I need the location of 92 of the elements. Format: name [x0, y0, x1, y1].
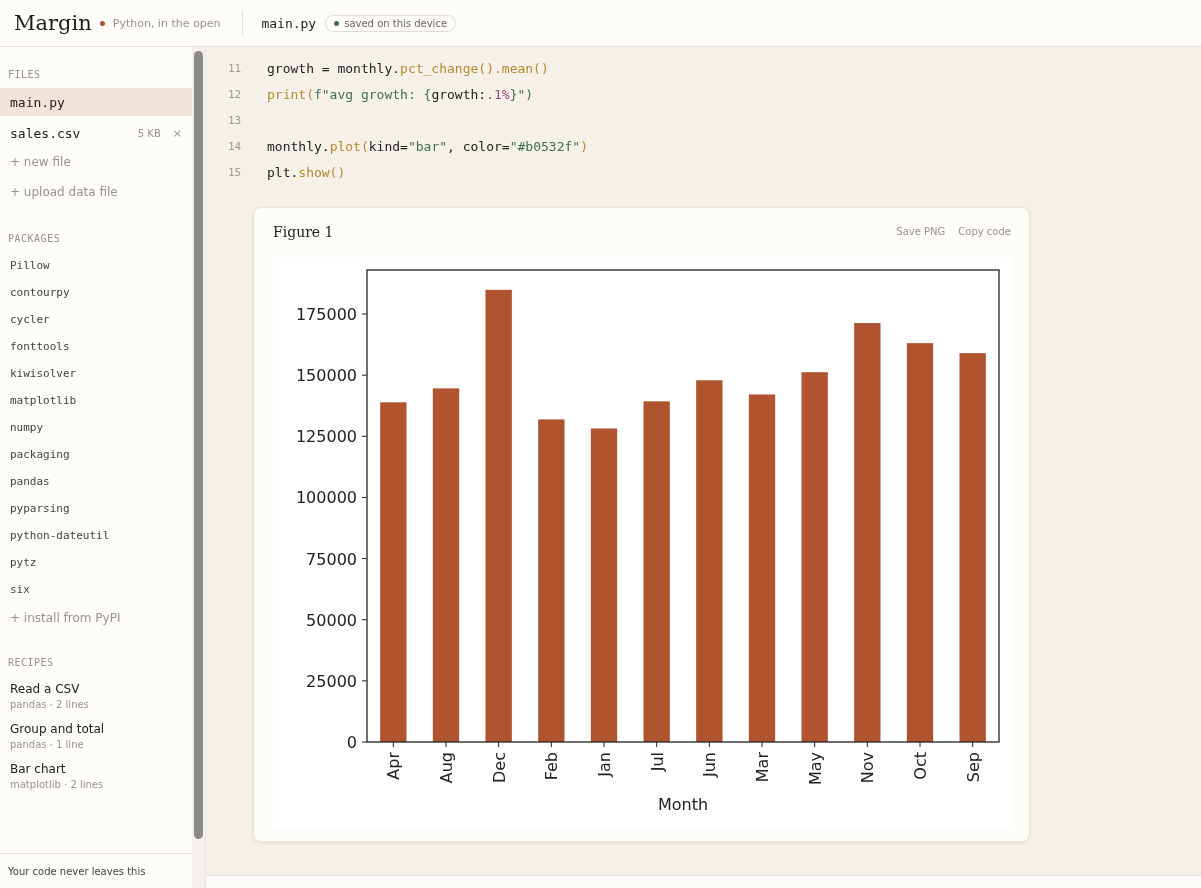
code-line: growth = monthly.pct_change().mean(): [267, 60, 549, 76]
package-item: numpy: [9, 420, 45, 436]
x-tick: Nov: [858, 741, 878, 784]
line-number: 12: [227, 87, 243, 101]
x-tick: Dec: [489, 741, 509, 783]
x-tick-label: Apr: [384, 751, 404, 780]
file-name: main.py: [10, 94, 65, 110]
recipe-meta: pandas · 1 line: [10, 739, 85, 750]
x-tick: Jan: [595, 741, 614, 777]
package-item: cycler: [9, 312, 51, 328]
add-file-link[interactable]: + upload data file: [0, 177, 192, 207]
package-item: six: [9, 582, 31, 598]
section-heading: FILES: [7, 68, 42, 82]
y-tick-label: 0: [346, 733, 357, 752]
y-tick: 150000: [295, 366, 368, 386]
line-number: 11: [227, 61, 243, 75]
y-tick-label: 150000: [295, 366, 357, 386]
tagline: Python, in the open: [112, 16, 221, 30]
recipe-title[interactable]: Bar chart: [10, 762, 182, 776]
figure-title: Figure 1: [273, 223, 334, 240]
y-tick-label: 75000: [306, 549, 357, 569]
package-item: pyparsing: [9, 501, 71, 517]
line-number: 13: [227, 113, 243, 127]
recipe-meta: pandas · 2 lines: [10, 699, 90, 710]
x-tick-label: Feb: [542, 752, 562, 781]
x-tick-label: May: [805, 752, 825, 786]
recipe-meta: matplotlib · 2 lines: [10, 779, 105, 790]
x-tick-label: Sep: [963, 752, 983, 783]
install-link[interactable]: + install from PyPI: [0, 603, 192, 633]
package-item: packaging: [9, 447, 71, 463]
package-item: python-dateutil: [9, 528, 111, 544]
package-item: contourpy: [9, 285, 71, 301]
y-tick: 125000: [295, 427, 368, 447]
code-line: print(f"avg growth: {growth:.1%}"): [267, 86, 534, 102]
section-heading: RECIPES: [7, 656, 55, 670]
save-status: saved on this device: [344, 17, 448, 29]
status-dot-icon: [334, 20, 340, 26]
file-size: 5 KB: [137, 127, 161, 139]
add-file-link[interactable]: + new file: [0, 147, 192, 177]
y-tick-label: 125000: [295, 427, 357, 447]
figure-action-button[interactable]: Save PNG: [896, 226, 946, 237]
package-item: Pillow: [9, 258, 51, 274]
x-tick-label: Oct: [911, 752, 930, 780]
y-tick: 75000: [306, 549, 368, 569]
figure-action-button[interactable]: Copy code: [958, 226, 1011, 237]
y-tick: 50000: [306, 610, 368, 630]
x-tick: Jun: [700, 741, 720, 777]
y-tick: 175000: [295, 305, 368, 324]
x-tick: Jul: [647, 741, 667, 772]
package-item: fonttools: [9, 339, 71, 355]
x-tick-label: Nov: [858, 752, 878, 784]
app-logo: Margin: [14, 11, 92, 35]
recipe-title[interactable]: Group and total: [10, 722, 182, 736]
file-item[interactable]: main.py: [0, 88, 192, 116]
privacy-note: Your code never leaves this: [8, 866, 146, 877]
x-tick: Mar: [753, 741, 772, 783]
y-tick: 0: [346, 733, 368, 752]
scrollbar[interactable]: [192, 47, 206, 888]
package-item: pytz: [9, 555, 38, 571]
x-tick: May: [805, 741, 825, 786]
x-tick: Sep: [963, 741, 983, 783]
x-tick: Apr: [384, 741, 404, 780]
x-tick-label: Jun: [700, 752, 720, 778]
dot-icon: [99, 20, 105, 26]
package-item: pandas: [9, 474, 51, 490]
x-tick-label: Dec: [489, 752, 509, 783]
x-tick-label: Jul: [647, 752, 667, 773]
line-number: 15: [227, 165, 243, 179]
x-tick-label: Jan: [595, 752, 614, 778]
x-tick-label: Aug: [437, 752, 456, 784]
remove-button[interactable]: ×: [172, 126, 182, 140]
x-tick-label: Mar: [753, 751, 772, 783]
y-tick: 25000: [306, 671, 368, 691]
line-number: 14: [227, 139, 243, 153]
x-axis-label: Month: [657, 795, 709, 814]
file-name: main.py: [261, 15, 317, 31]
package-item: matplotlib: [9, 393, 78, 409]
y-tick-label: 175000: [295, 305, 357, 325]
y-tick-label: 25000: [306, 671, 357, 691]
file-item[interactable]: sales.csv 5 KB ×: [0, 119, 192, 147]
file-name: sales.csv: [10, 125, 81, 141]
section-heading: PACKAGES: [7, 232, 62, 246]
x-tick: Feb: [542, 741, 562, 781]
package-item: kiwisolver: [9, 366, 78, 382]
code-line: plt.show(): [267, 164, 346, 180]
y-tick-label: 100000: [295, 488, 357, 508]
code-line: monthly.plot(kind="bar", color="#b0532f"): [267, 138, 588, 154]
recipe-title[interactable]: Read a CSV: [10, 682, 182, 696]
y-tick: 100000: [295, 488, 368, 508]
x-tick: Aug: [437, 741, 456, 784]
y-tick-label: 50000: [306, 610, 357, 630]
x-tick: Oct: [911, 741, 930, 780]
